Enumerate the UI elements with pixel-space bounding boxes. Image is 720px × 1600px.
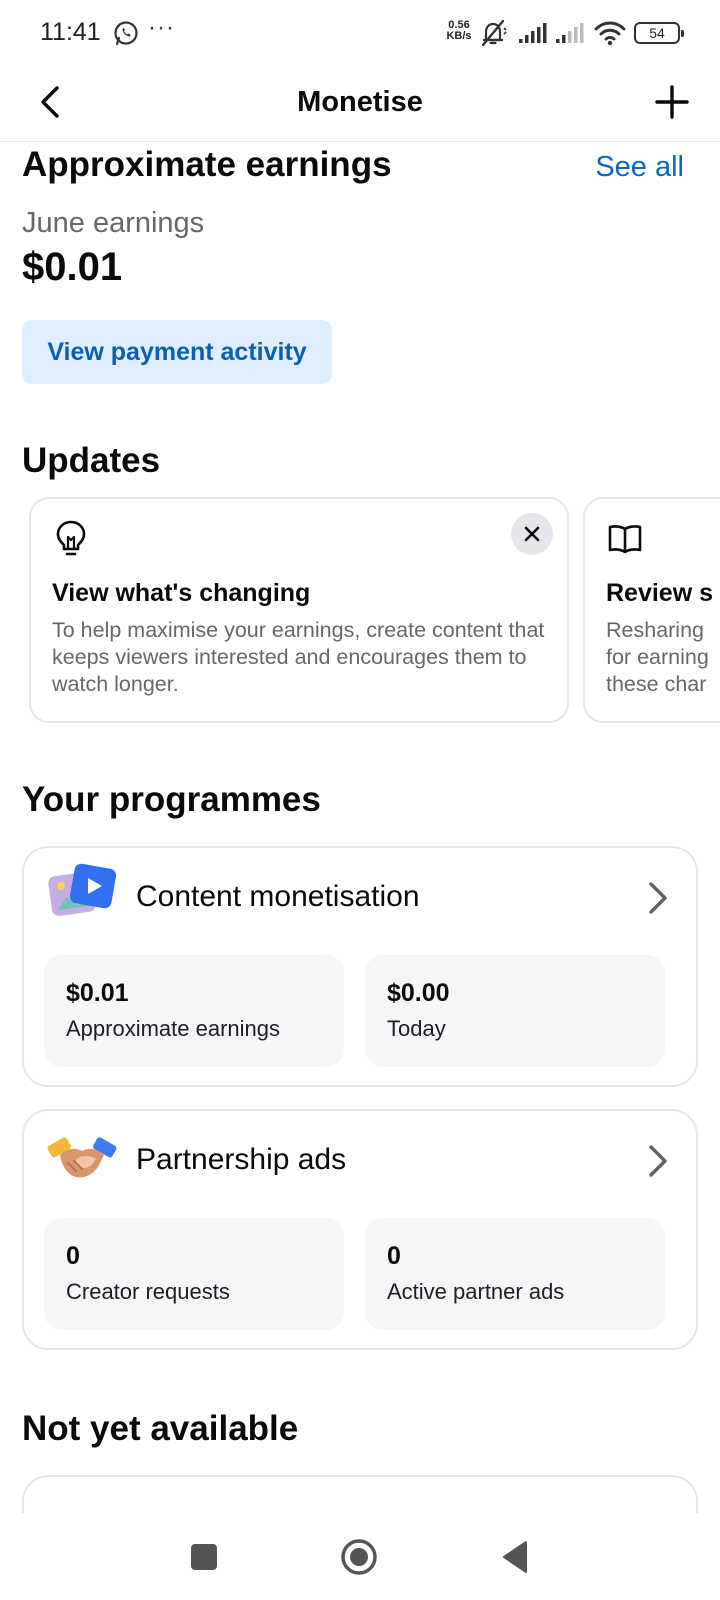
- update-card-title: Review s: [606, 579, 714, 607]
- page-title: Monetise: [297, 86, 423, 118]
- signal-strength-icon: [519, 23, 547, 43]
- update-card[interactable]: Review s Resharing for earning these cha…: [583, 497, 720, 723]
- recent-apps-button[interactable]: [180, 1533, 228, 1581]
- stat-value: $0.00: [387, 979, 450, 1007]
- update-card-body: To help maximise your earnings, create c…: [52, 618, 545, 696]
- stat-active-partner-ads: 0 Active partner ads: [365, 1218, 665, 1330]
- update-card[interactable]: View what's changing To help maximise yo…: [29, 497, 569, 723]
- earnings-amount: $0.01: [22, 245, 123, 289]
- update-card-body-line: these char: [606, 672, 707, 696]
- chevron-right-icon[interactable]: [642, 878, 672, 918]
- book-icon: [608, 525, 642, 554]
- top-app-bar: Monetise: [0, 66, 720, 142]
- bell-muted-icon: [481, 19, 507, 47]
- programme-card-partnership-ads[interactable]: Partnership ads 0 Creator requests 0 Act…: [22, 1109, 698, 1350]
- update-card-body-line: Resharing: [606, 618, 704, 642]
- add-button[interactable]: [650, 80, 694, 124]
- handshake-icon: [47, 1137, 117, 1178]
- dismiss-update-button[interactable]: [511, 513, 553, 555]
- programme-title: Partnership ads: [136, 1143, 347, 1176]
- programme-card-content-monetisation[interactable]: Content monetisation $0.01 Approximate e…: [22, 846, 698, 1087]
- stat-label: Today: [387, 1016, 446, 1041]
- battery-icon: 54: [634, 22, 684, 44]
- more-notifications-icon: ···: [148, 14, 175, 41]
- stat-label: Approximate earnings: [66, 1016, 281, 1041]
- programme-title: Content monetisation: [136, 880, 420, 913]
- stat-approximate-earnings: $0.01 Approximate earnings: [44, 955, 344, 1067]
- network-speed: 0.56 KB/s: [444, 20, 474, 42]
- update-card-body-line: for earning: [606, 645, 709, 669]
- system-navigation-bar: [0, 1513, 720, 1600]
- stat-value: $0.01: [66, 979, 129, 1007]
- lightbulb-icon: [56, 520, 86, 556]
- stat-value: 0: [66, 1242, 80, 1270]
- updates-section-title: Updates: [22, 441, 161, 480]
- not-available-section-title: Not yet available: [22, 1409, 299, 1448]
- not-available-card[interactable]: [22, 1475, 698, 1513]
- stat-today: $0.00 Today: [365, 955, 665, 1067]
- stat-label: Creator requests: [66, 1279, 230, 1304]
- home-button[interactable]: [335, 1533, 383, 1581]
- update-card-body: Resharing for earning these char: [606, 617, 720, 698]
- programmes-section-title: Your programmes: [22, 780, 321, 819]
- update-card-title: View what's changing: [52, 579, 311, 607]
- wifi-icon: [594, 21, 626, 46]
- view-payment-activity-button[interactable]: View payment activity: [22, 320, 332, 384]
- back-navigation-button[interactable]: [492, 1533, 540, 1581]
- content-monetisation-icon: [48, 863, 117, 916]
- earnings-section-title: Approximate earnings: [22, 145, 392, 184]
- network-speed-unit: KB/s: [446, 30, 472, 42]
- stat-creator-requests: 0 Creator requests: [44, 1218, 344, 1330]
- stat-value: 0: [387, 1242, 401, 1270]
- whatsapp-icon: [114, 21, 138, 46]
- see-all-link[interactable]: See all: [595, 151, 684, 184]
- signal-strength-secondary-icon: [556, 23, 584, 43]
- status-time: 11:41: [40, 18, 101, 46]
- scroll-content[interactable]: Approximate earnings See all June earnin…: [0, 143, 720, 1513]
- close-icon: [524, 526, 540, 542]
- chevron-right-icon[interactable]: [642, 1141, 672, 1181]
- earnings-period-label: June earnings: [22, 207, 205, 239]
- stat-label: Active partner ads: [387, 1279, 565, 1304]
- status-bar: 11:41 ··· 0.56 KB/s 54: [0, 0, 720, 66]
